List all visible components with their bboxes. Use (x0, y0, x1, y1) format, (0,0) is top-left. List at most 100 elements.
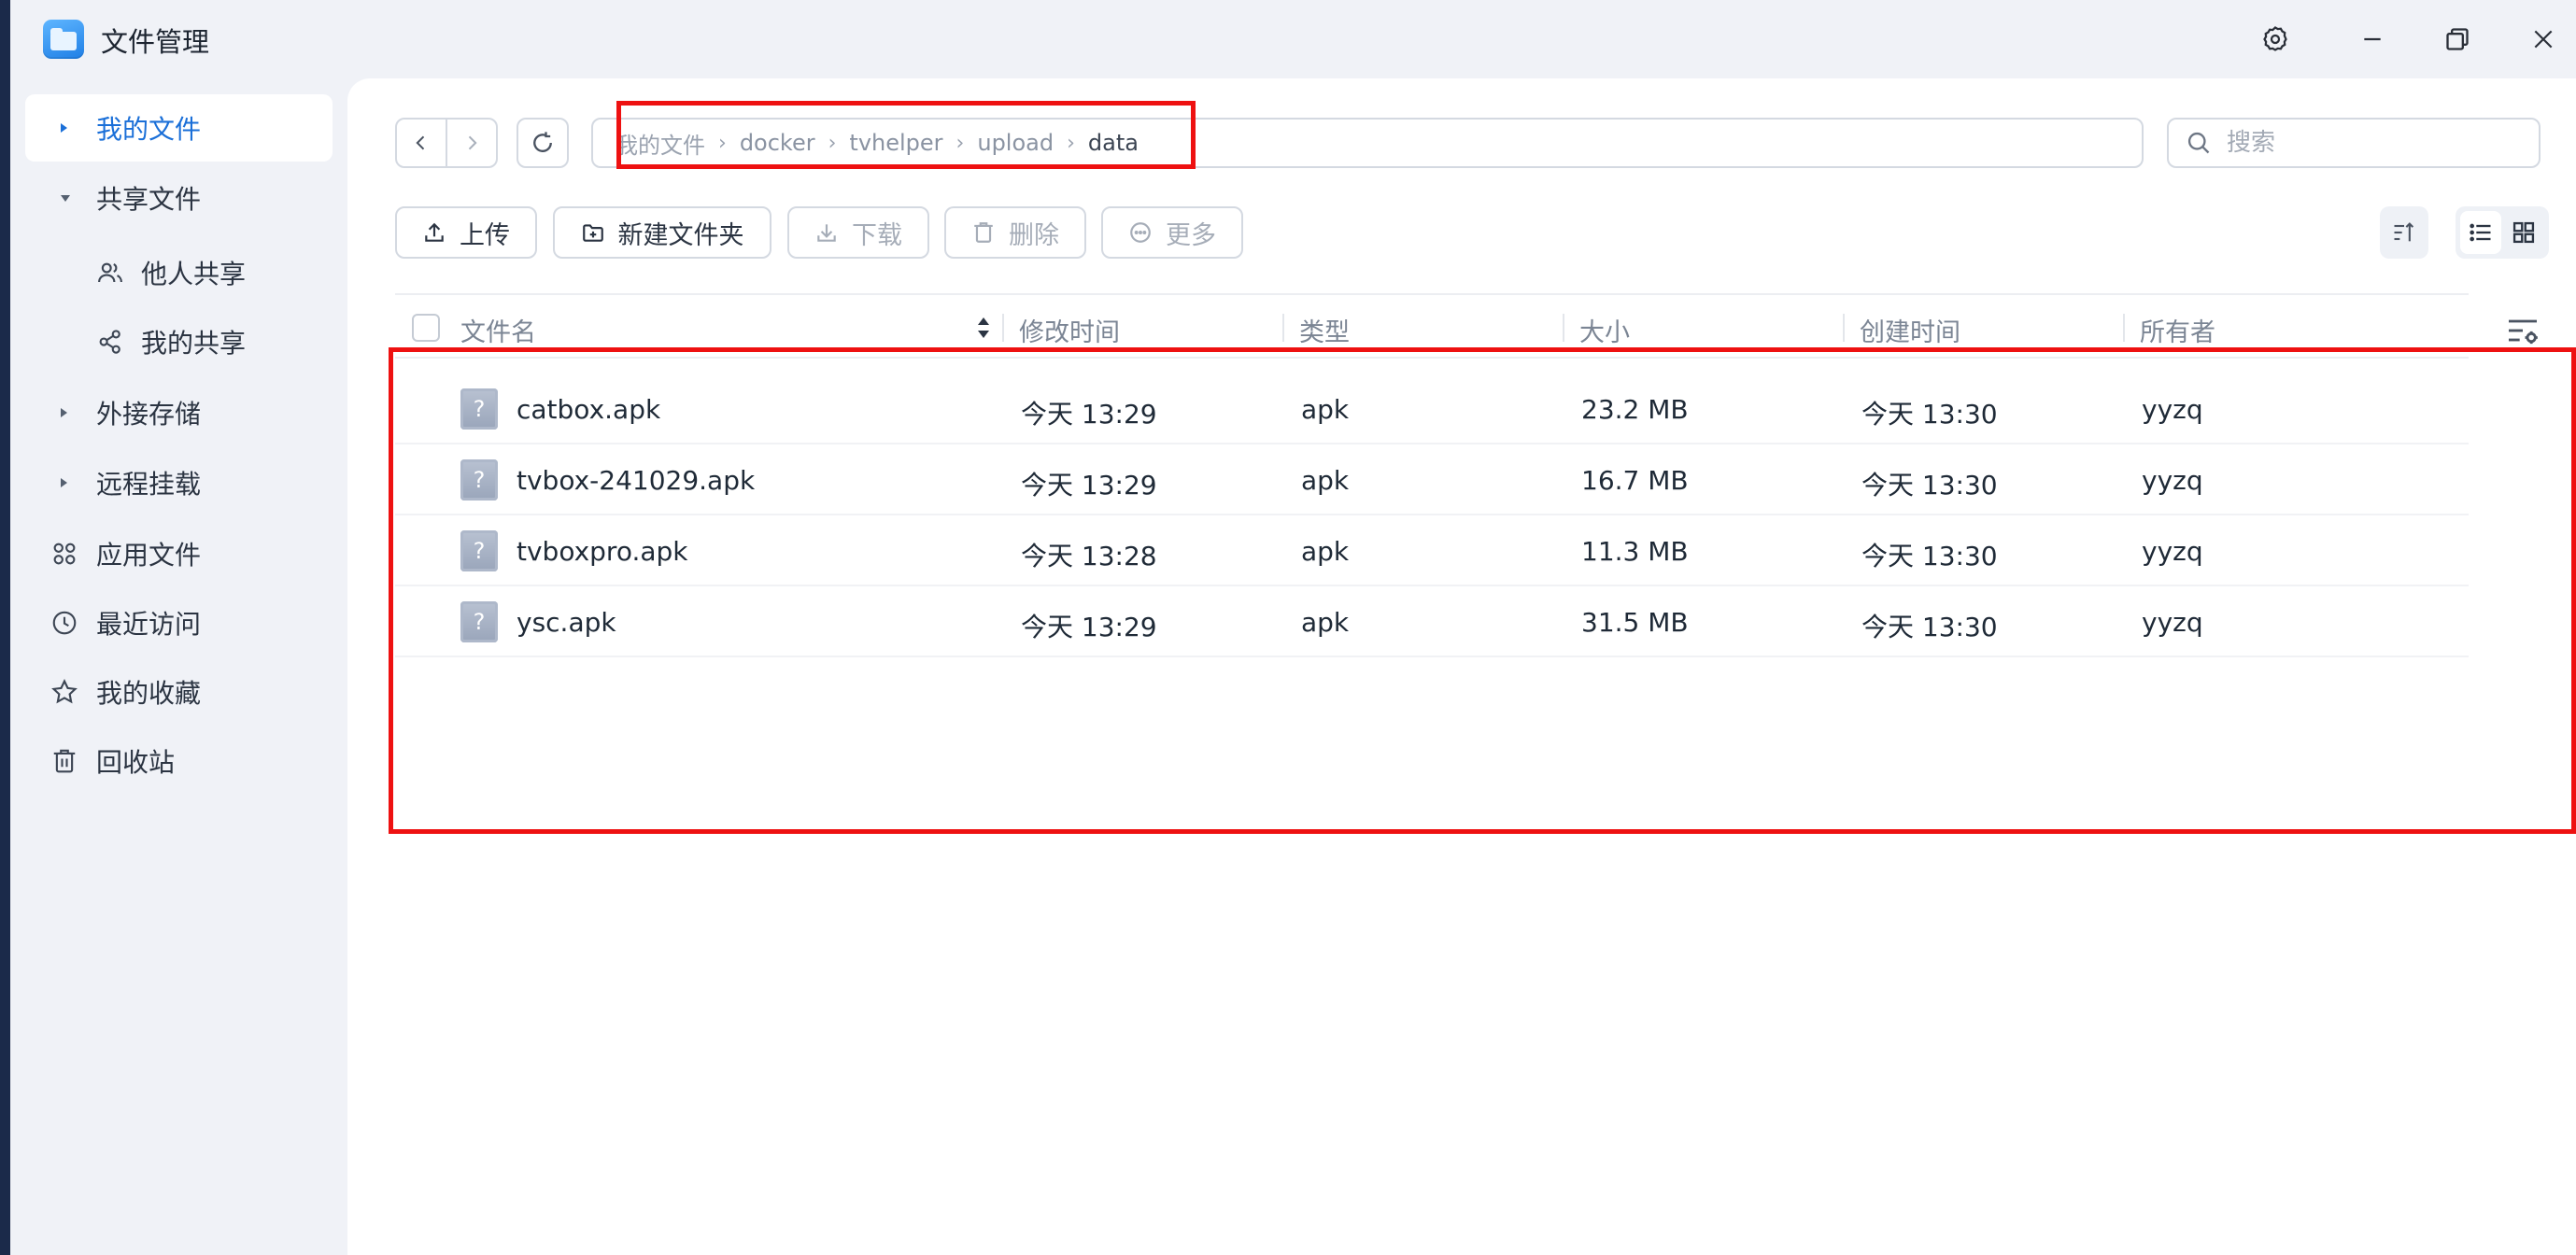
forward-button[interactable] (446, 120, 496, 166)
caret-right-icon (61, 408, 67, 417)
file-type: apk (1301, 607, 1350, 638)
unknown-file-icon: ? (460, 601, 498, 642)
column-header-created[interactable]: 创建时间 (1860, 312, 1960, 348)
column-header-modified[interactable]: 修改时间 (1019, 312, 1120, 348)
breadcrumb-item[interactable]: docker (740, 130, 815, 156)
sidebar-item-label: 最近访问 (96, 609, 202, 640)
sidebar-item-app-files[interactable]: 应用文件 (25, 520, 333, 587)
file-modified: 今天 13:28 (1021, 541, 1157, 571)
file-type: apk (1301, 394, 1350, 425)
download-button[interactable]: 下载 (787, 206, 929, 259)
minimize-icon[interactable] (2352, 19, 2393, 60)
sidebar: 我的文件 共享文件 他人共享 我的共享 外接存储 远程挂载 应用文件 最近访问 … (10, 78, 347, 1255)
add-folder-icon (582, 224, 603, 242)
app-title: 文件管理 (101, 26, 210, 58)
trash-icon (53, 749, 76, 773)
file-size: 11.3 MB (1581, 536, 1689, 567)
sidebar-item-label: 我的文件 (96, 114, 202, 145)
column-settings-icon[interactable] (2504, 312, 2541, 349)
breadcrumb-item-current[interactable]: data (1088, 130, 1139, 156)
star-icon (51, 679, 78, 704)
file-size: 31.5 MB (1581, 607, 1689, 638)
file-owner: yyzq (2142, 607, 2203, 638)
sidebar-item-recent[interactable]: 最近访问 (25, 589, 333, 656)
file-modified: 今天 13:29 (1021, 399, 1157, 430)
file-size: 16.7 MB (1581, 465, 1689, 496)
file-size: 23.2 MB (1581, 394, 1689, 425)
column-divider[interactable] (1563, 314, 1564, 342)
upload-label: 上传 (460, 220, 510, 250)
sidebar-item-external-storage[interactable]: 外接存储 (25, 379, 333, 446)
table-row[interactable]: ? ysc.apk 今天 13:29 apk 31.5 MB 今天 13:30 … (395, 586, 2469, 657)
caret-down-icon (61, 194, 70, 202)
table-row[interactable]: ? tvboxpro.apk 今天 13:28 apk 11.3 MB 今天 1… (395, 515, 2469, 586)
column-header-owner[interactable]: 所有者 (2140, 312, 2215, 348)
new-folder-button[interactable]: 新建文件夹 (553, 206, 771, 259)
close-icon[interactable] (2523, 19, 2564, 60)
file-name[interactable]: tvbox-241029.apk (517, 465, 755, 496)
breadcrumb-item[interactable]: upload (977, 130, 1054, 156)
sidebar-item-label: 我的收藏 (96, 678, 202, 709)
file-name[interactable]: tvboxpro.apk (517, 536, 688, 567)
breadcrumb[interactable]: 我的文件 › docker › tvhelper › upload › data (591, 118, 2144, 168)
trash-icon (974, 222, 993, 243)
list-view-button[interactable] (2460, 211, 2501, 254)
sidebar-item-my-files[interactable]: 我的文件 (25, 94, 333, 162)
column-header-type[interactable]: 类型 (1299, 312, 1350, 348)
more-label: 更多 (1166, 220, 1216, 250)
gear-icon[interactable] (2255, 19, 2296, 60)
select-all-checkbox[interactable] (412, 314, 440, 342)
sidebar-item-label: 回收站 (96, 747, 176, 778)
download-label: 下载 (852, 220, 902, 250)
sidebar-item-my-shares[interactable]: 我的共享 (25, 308, 333, 375)
sort-button[interactable] (2380, 206, 2428, 259)
breadcrumb-item[interactable]: 我的文件 (616, 127, 705, 160)
column-divider[interactable] (1282, 314, 1284, 342)
refresh-icon (533, 132, 552, 152)
search-box (2167, 118, 2541, 168)
grid-view-button[interactable] (2503, 211, 2544, 254)
sidebar-item-shared-files[interactable]: 共享文件 (25, 164, 333, 232)
sort-arrows-icon[interactable] (976, 314, 991, 342)
file-owner: yyzq (2142, 465, 2203, 496)
view-toggle (2456, 206, 2549, 259)
refresh-button[interactable] (517, 118, 569, 168)
upload-icon (425, 222, 444, 242)
breadcrumb-separator: › (1067, 131, 1075, 155)
sidebar-item-remote-mount[interactable]: 远程挂载 (25, 449, 333, 516)
file-name[interactable]: ysc.apk (517, 607, 616, 638)
back-button[interactable] (397, 120, 446, 166)
main-panel: 我的文件 › docker › tvhelper › upload › data… (347, 78, 2576, 1255)
column-divider[interactable] (1843, 314, 1845, 342)
maximize-icon[interactable] (2437, 19, 2478, 60)
caret-right-icon (61, 478, 67, 487)
more-button[interactable]: 更多 (1101, 206, 1243, 259)
share-icon (99, 330, 120, 354)
sidebar-item-label: 我的共享 (141, 328, 247, 359)
folder-app-icon (43, 20, 84, 59)
apps-icon (53, 543, 76, 565)
delete-button[interactable]: 删除 (944, 206, 1086, 259)
column-header-size[interactable]: 大小 (1579, 312, 1630, 348)
column-divider[interactable] (2123, 314, 2125, 342)
table-header: 文件名 修改时间 类型 大小 创建时间 所有者 (395, 293, 2469, 359)
breadcrumb-item[interactable]: tvhelper (849, 130, 942, 156)
upload-button[interactable]: 上传 (395, 206, 537, 259)
sidebar-item-label: 他人共享 (141, 259, 247, 289)
file-modified: 今天 13:29 (1021, 612, 1157, 642)
table-row[interactable]: ? tvbox-241029.apk 今天 13:29 apk 16.7 MB … (395, 444, 2469, 515)
column-header-name[interactable]: 文件名 (460, 312, 536, 348)
sort-icon (2394, 222, 2414, 242)
table-row[interactable]: ? catbox.apk 今天 13:29 apk 23.2 MB 今天 13:… (395, 374, 2469, 444)
sidebar-item-shared-by-others[interactable]: 他人共享 (25, 239, 333, 306)
sidebar-item-recycle-bin[interactable]: 回收站 (25, 727, 333, 795)
sidebar-item-label: 外接存储 (96, 399, 202, 430)
sidebar-item-favorites[interactable]: 我的收藏 (25, 658, 333, 726)
delete-label: 删除 (1009, 220, 1059, 250)
more-icon (1130, 222, 1151, 243)
column-divider[interactable] (1002, 314, 1004, 342)
unknown-file-icon: ? (460, 459, 498, 501)
file-name[interactable]: catbox.apk (517, 394, 660, 425)
file-owner: yyzq (2142, 394, 2203, 425)
search-input[interactable] (2227, 129, 2507, 157)
